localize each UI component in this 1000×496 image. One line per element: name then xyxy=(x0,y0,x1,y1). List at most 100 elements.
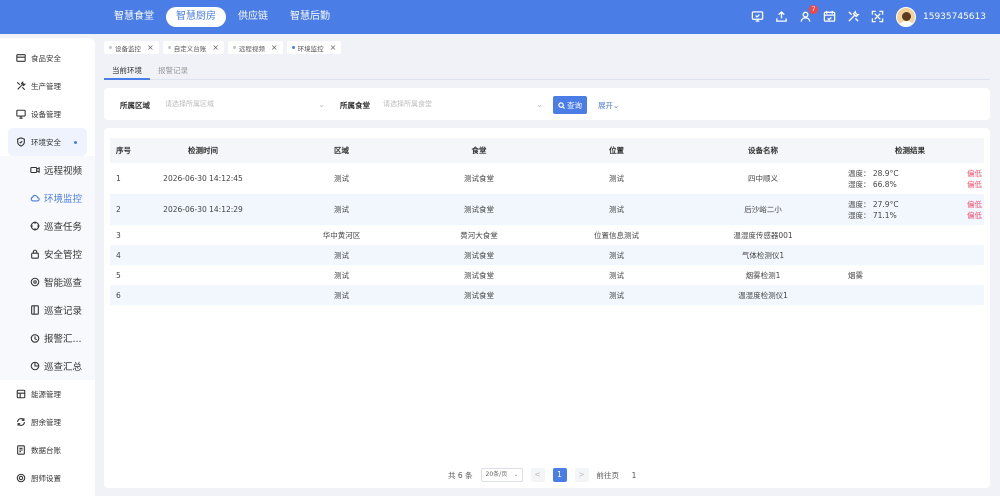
sidebar-item-remote-video[interactable]: 远程视频 xyxy=(0,156,95,184)
search-label: 查询 xyxy=(567,100,582,110)
next-page-button[interactable]: > xyxy=(574,468,589,482)
tab-custom-ledger[interactable]: 自定义台账 × xyxy=(162,41,224,54)
tools-icon xyxy=(16,81,26,91)
expand-label: 展开 xyxy=(598,101,613,110)
search-button[interactable]: 查询 xyxy=(553,96,587,114)
col-area: 区域 xyxy=(268,138,415,163)
result-line: 湿度： 71.1% 偏低 xyxy=(848,210,984,221)
canteen-placeholder: 请选择所属食堂 xyxy=(383,100,432,108)
sidebar-item-label: 厨余管理 xyxy=(31,417,61,427)
cell-area: 测试 xyxy=(334,270,349,280)
result-value: 温度： 28.9°C xyxy=(848,168,899,178)
page-number-current[interactable]: 1 xyxy=(552,468,567,482)
result-line: 烟雾 xyxy=(848,270,984,281)
sidebar-item-energy[interactable]: 能源管理 xyxy=(0,380,95,408)
alarm-icon xyxy=(30,334,40,343)
sidebar: 食品安全 生产管理 设备管理 环境安全 远程视频 环境监控 巡查任务 安全管控 xyxy=(0,38,95,496)
cell-index: 3 xyxy=(116,230,121,240)
fullscreen-icon[interactable] xyxy=(870,9,886,25)
tab-alarm-records[interactable]: 报警记录 xyxy=(150,64,196,80)
goto-label: 前往页 xyxy=(596,470,620,480)
close-icon[interactable]: × xyxy=(330,43,337,52)
tab-dot-icon xyxy=(232,46,236,49)
sidebar-item-env-safety[interactable]: 环境安全 xyxy=(8,128,87,156)
cell-time xyxy=(138,245,268,265)
canteen-select[interactable]: 请选择所属食堂 ⌄ xyxy=(377,96,547,113)
result-value: 温度： 27.9°C xyxy=(848,199,899,209)
upload-icon[interactable] xyxy=(774,9,790,25)
sidebar-item-equipment[interactable]: 设备管理 xyxy=(0,100,95,128)
sidebar-item-label: 设备管理 xyxy=(31,109,61,119)
result-value: 湿度： 71.1% xyxy=(848,210,897,220)
result-value: 湿度： 66.8% xyxy=(848,179,897,189)
tab-device-monitor[interactable]: 设备监控 × xyxy=(104,41,159,54)
calendar-check-icon[interactable] xyxy=(822,9,838,25)
sidebar-item-patrol-record[interactable]: 巡查记录 xyxy=(0,296,95,324)
sidebar-item-label: 安全管控 xyxy=(44,250,83,261)
env-table: 序号 检测时间 区域 食堂 位置 设备名称 检测结果 1 2026-06-30 1… xyxy=(110,138,984,305)
cell-index: 6 xyxy=(110,285,138,305)
sidebar-item-smart-patrol[interactable]: 智能巡查 xyxy=(0,268,95,296)
result-line: 湿度： 66.8% 偏低 xyxy=(848,179,984,190)
sidebar-item-label: 生产管理 xyxy=(31,81,61,91)
close-icon[interactable]: × xyxy=(212,43,219,52)
cell-area: 测试 xyxy=(268,285,415,305)
cell-device: 烟雾检测1 xyxy=(745,270,781,280)
nav-smart-logistics[interactable]: 智慧后勤 xyxy=(280,7,340,27)
screen-icon[interactable] xyxy=(750,9,766,25)
close-icon[interactable]: × xyxy=(271,43,278,52)
top-nav-bar: 智慧食堂 智慧厨房 供应链 智慧后勤 7 15935745613 xyxy=(0,0,1000,34)
pagination: 共 6 条 20条/页 ⌄ < 1 > 前往页 1 xyxy=(448,468,641,482)
top-toolbar: 7 xyxy=(750,5,886,25)
cell-index: 1 xyxy=(116,174,121,183)
cell-time: 2026-06-30 14:12:29 xyxy=(138,194,268,225)
table-row: 4 测试 测试食堂 测试 气体检测仪1 xyxy=(110,245,984,265)
prev-page-button[interactable]: < xyxy=(530,468,545,482)
tools-icon[interactable] xyxy=(846,9,862,25)
sidebar-item-production[interactable]: 生产管理 xyxy=(0,72,95,100)
goto-page-input[interactable]: 1 xyxy=(627,471,641,480)
sidebar-submenu: 远程视频 环境监控 巡查任务 安全管控 智能巡查 巡查记录 报警汇... 巡查汇… xyxy=(0,156,95,380)
sidebar-item-label: 巡查汇总 xyxy=(44,362,83,373)
table-header-row: 序号 检测时间 区域 食堂 位置 设备名称 检测结果 xyxy=(110,138,984,163)
tab-env-monitor[interactable]: 环境监控 × xyxy=(286,41,342,54)
sidebar-item-env-monitor[interactable]: 环境监控 xyxy=(0,184,95,212)
cell-canteen: 测试食堂 xyxy=(415,245,543,265)
video-icon xyxy=(30,166,40,174)
table-body: 1 2026-06-30 14:12:45 测试 测试食堂 测试 四中顺义 温度： 28.9… xyxy=(110,163,984,305)
close-icon[interactable]: × xyxy=(147,43,154,52)
cloud-icon xyxy=(30,194,40,202)
nav-supply-chain[interactable]: 供应链 xyxy=(228,7,278,27)
sidebar-item-kitchen-waste[interactable]: 厨余管理 xyxy=(0,408,95,436)
tab-remote-video[interactable]: 远程视频 × xyxy=(227,41,283,54)
sidebar-item-patrol-task[interactable]: 巡查任务 xyxy=(0,212,95,240)
food-safety-icon xyxy=(16,54,26,62)
cell-time: 2026-06-30 14:12:45 xyxy=(163,174,243,183)
sidebar-item-chef-settings[interactable]: 厨师设置 xyxy=(0,464,95,492)
sidebar-item-data-ledger[interactable]: 数据台账 xyxy=(0,436,95,464)
cell-result xyxy=(836,225,984,245)
tab-current-env[interactable]: 当前环境 xyxy=(104,64,150,80)
col-device: 设备名称 xyxy=(690,138,836,163)
sidebar-item-safety-control[interactable]: 安全管控 xyxy=(0,240,95,268)
user-notice-icon[interactable]: 7 xyxy=(798,5,818,25)
nav-smart-kitchen[interactable]: 智慧厨房 xyxy=(166,7,226,27)
energy-icon xyxy=(16,389,26,399)
page-size-select[interactable]: 20条/页 ⌄ xyxy=(480,468,523,482)
sidebar-item-label: 能源管理 xyxy=(31,389,61,399)
sidebar-item-patrol-summary[interactable]: 巡查汇总 xyxy=(0,352,95,380)
sidebar-item-alarm-summary[interactable]: 报警汇... xyxy=(0,324,95,352)
monitor-icon xyxy=(16,109,26,119)
cell-device: 温湿度传感器001 xyxy=(733,230,793,240)
cell-location: 测试 xyxy=(543,285,690,305)
nav-smart-canteen[interactable]: 智慧食堂 xyxy=(104,7,164,27)
area-select[interactable]: 请选择所属区域 ⌄ xyxy=(159,96,329,113)
user-menu[interactable]: 15935745613 xyxy=(896,7,986,27)
avatar[interactable] xyxy=(896,7,916,27)
cell-device: 四中顺义 xyxy=(748,174,778,183)
result-block: 温度： 28.9°C 偏低 湿度： 66.8% 偏低 xyxy=(836,168,984,190)
expand-link[interactable]: 展开⌄ xyxy=(598,100,619,111)
page-size-value: 20条/页 xyxy=(485,471,508,478)
sidebar-item-food-safety[interactable]: 食品安全 xyxy=(0,44,95,72)
cell-device: 后沙峪二小 xyxy=(690,194,836,225)
